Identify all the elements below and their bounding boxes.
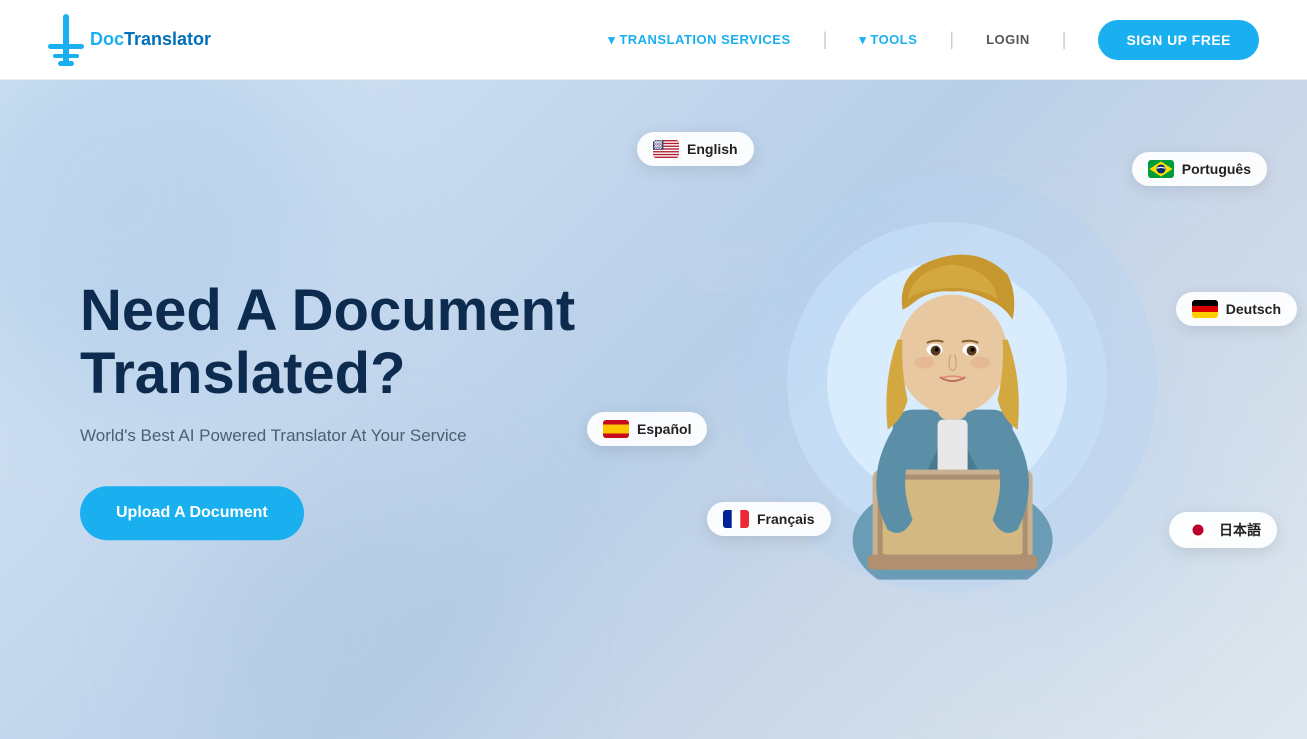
nav-divider-2: |: [949, 29, 954, 50]
lang-badge-francais: Français: [707, 502, 831, 536]
hero-subtitle: World's Best AI Powered Translator At Yo…: [80, 426, 575, 446]
navbar: DocTranslator ▾ TRANSLATION SERVICES | ▾…: [0, 0, 1307, 80]
hero-title: Need A Document Translated?: [80, 279, 575, 407]
nav-tools[interactable]: ▾ TOOLS: [859, 32, 917, 48]
person-illustration: [813, 199, 1093, 579]
deutsch-label: Deutsch: [1226, 301, 1281, 317]
espanol-label: Español: [637, 421, 691, 437]
nav-login[interactable]: LOGIN: [986, 32, 1030, 47]
signup-button[interactable]: SIGN UP FREE: [1098, 20, 1259, 60]
hero-left: Need A Document Translated? World's Best…: [80, 279, 575, 541]
japanese-label: 日本語: [1219, 520, 1261, 540]
lang-badge-english: English: [637, 132, 754, 166]
logo-text: DocTranslator: [90, 29, 211, 50]
flag-us: [653, 140, 679, 158]
hero-right: English Português Deutsch: [667, 102, 1227, 662]
logo-icon: [48, 14, 84, 66]
lang-badge-japanese: 日本語: [1169, 512, 1277, 548]
lang-badge-portuguese: Português: [1132, 152, 1267, 186]
hero-section: Need A Document Translated? World's Best…: [0, 80, 1307, 739]
logo[interactable]: DocTranslator: [48, 14, 211, 66]
flag-es: [603, 420, 629, 438]
flag-de: [1192, 300, 1218, 318]
lang-badge-deutsch: Deutsch: [1176, 292, 1297, 326]
chevron-down-icon: ▾: [608, 32, 615, 48]
lang-badge-espanol: Español: [587, 412, 707, 446]
person-svg: [813, 199, 1093, 579]
chevron-down-icon-tools: ▾: [859, 32, 866, 48]
flag-jp: [1185, 521, 1211, 539]
francais-label: Français: [757, 511, 815, 527]
flag-br: [1148, 160, 1174, 178]
nav-divider-3: |: [1062, 29, 1067, 50]
flag-fr: [723, 510, 749, 528]
nav-links: ▾ TRANSLATION SERVICES | ▾ TOOLS | LOGIN…: [608, 20, 1259, 60]
nav-divider-1: |: [823, 29, 828, 50]
nav-translation-services[interactable]: ▾ TRANSLATION SERVICES: [608, 32, 790, 48]
english-label: English: [687, 141, 738, 157]
upload-document-button[interactable]: Upload A Document: [80, 486, 304, 540]
portuguese-label: Português: [1182, 161, 1251, 177]
